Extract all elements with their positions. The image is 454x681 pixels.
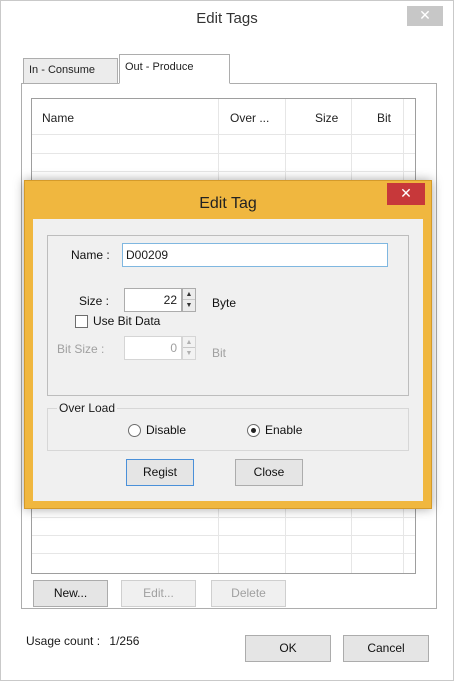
column-header-bit[interactable]: Bit [377,111,391,125]
close-button[interactable]: Close [235,459,303,486]
bit-size-spinner[interactable]: ▲ ▼ [182,336,196,360]
overload-group: Over Load Disable Enable [47,401,409,451]
bit-unit: Bit [212,346,227,360]
close-icon[interactable]: ✕ [407,6,443,26]
tab-in-consume[interactable]: In - Consume [23,58,118,83]
size-label: Size : [79,294,110,308]
bit-size-stepper[interactable]: 0 [124,336,182,360]
overload-legend: Over Load [57,401,118,415]
column-header-name[interactable]: Name [42,111,74,125]
column-header-overload[interactable]: Over ... [230,111,269,125]
dialog-body: Name : D00209 Size : 22 ▲ ▼ Byte Use Bit… [33,219,423,501]
grid-line [32,517,415,518]
spin-up-icon[interactable]: ▲ [183,289,195,300]
dialog-title: Edit Tag [199,195,257,212]
edit-tag-dialog: Edit Tag ✕ Name : D00209 Size : 22 ▲ ▼ B… [24,180,432,509]
size-unit: Byte [212,296,237,310]
radio-selected-dot [251,428,256,433]
new-button[interactable]: New... [33,580,108,607]
use-bit-data-checkbox[interactable] [75,315,88,328]
usage-count-label: Usage count : [26,634,101,648]
edit-button[interactable]: Edit... [121,580,196,607]
title-bar: Edit Tags ✕ [1,1,453,37]
usage-count: Usage count : 1/256 [26,634,145,648]
ok-button[interactable]: OK [245,635,331,662]
dialog-close-icon[interactable]: ✕ [387,183,425,205]
column-header-size[interactable]: Size [315,111,338,125]
tag-settings-group: Name : D00209 Size : 22 ▲ ▼ Byte Use Bit… [47,235,409,396]
tab-out-produce[interactable]: Out - Produce [119,54,230,84]
usage-count-value: 1/256 [109,634,140,648]
size-spinner[interactable]: ▲ ▼ [182,288,196,312]
window-title: Edit Tags [196,10,258,27]
grid-line [32,171,415,172]
use-bit-data-label[interactable]: Use Bit Data [93,314,160,328]
grid-line [32,535,415,536]
list-header: Name Over ... Size Bit [32,99,415,135]
regist-button[interactable]: Regist [126,459,194,486]
enable-radio[interactable] [247,424,260,437]
delete-button[interactable]: Delete [211,580,286,607]
name-input[interactable]: D00209 [122,243,388,267]
bit-size-label: Bit Size : [57,342,105,356]
grid-line [32,153,415,154]
spin-up-icon[interactable]: ▲ [183,337,195,348]
disable-radio[interactable] [128,424,141,437]
grid-line [32,553,415,554]
disable-label[interactable]: Disable [146,423,186,437]
cancel-button[interactable]: Cancel [343,635,429,662]
enable-label[interactable]: Enable [265,423,302,437]
name-label: Name : [71,248,110,262]
edit-tags-window: Edit Tags ✕ In - Consume Out - Produce N… [0,0,454,681]
spin-down-icon[interactable]: ▼ [183,348,195,359]
spin-down-icon[interactable]: ▼ [183,300,195,311]
size-stepper[interactable]: 22 [124,288,182,312]
